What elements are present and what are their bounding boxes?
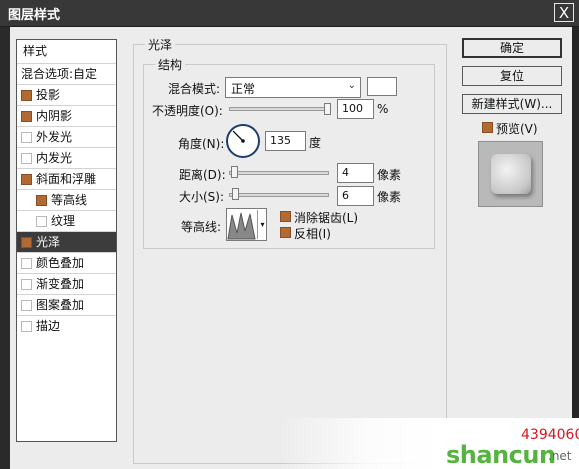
- sidebar-item-label: 纹理: [51, 214, 76, 228]
- distance-unit: 像素: [377, 168, 402, 182]
- structure-group-title: 结构: [155, 56, 186, 73]
- window-title: 图层样式: [8, 8, 61, 23]
- sidebar-item-label: 图案叠加: [36, 298, 85, 312]
- contour-preview-icon: [227, 212, 256, 240]
- chevron-down-icon: ⌄: [347, 80, 356, 91]
- sidebar-item-label: 混合选项:自定: [21, 67, 98, 81]
- contour-label: 等高线:: [181, 220, 222, 234]
- ok-button[interactable]: 确定: [462, 38, 562, 58]
- blend-mode-select[interactable]: 正常 ⌄: [225, 77, 361, 98]
- watermark-brand: shancun: [446, 441, 556, 469]
- size-input[interactable]: 6: [337, 186, 374, 206]
- angle-input[interactable]: 135: [265, 131, 306, 151]
- sidebar-item-label: 颜色叠加: [36, 256, 85, 270]
- checkbox-stroke[interactable]: [21, 321, 32, 332]
- checkbox-outer-glow[interactable]: [21, 132, 32, 143]
- sidebar-item-label: 投影: [36, 88, 61, 102]
- sidebar-item-inner-shadow[interactable]: 内阴影: [17, 106, 116, 127]
- sidebar-item-label: 内阴影: [36, 109, 73, 123]
- checkbox-inner-shadow[interactable]: [21, 111, 32, 122]
- sidebar-item-contour[interactable]: 等高线: [17, 190, 116, 211]
- opacity-label: 不透明度(O):: [152, 104, 223, 118]
- distance-label: 距离(D):: [179, 168, 226, 182]
- checkbox-contour[interactable]: [36, 195, 47, 206]
- style-list: 样式 混合选项:自定 投影 内阴影 外发光 内发光 斜面和浮雕 等高线 纹理 光…: [16, 39, 117, 442]
- blend-mode-value: 正常: [231, 82, 256, 96]
- invert-checkbox[interactable]: [280, 227, 291, 238]
- sidebar-item-gradient-overlay[interactable]: 渐变叠加: [17, 274, 116, 295]
- sidebar-item-label: 斜面和浮雕: [36, 172, 97, 186]
- satin-color-swatch[interactable]: [367, 77, 397, 96]
- antialias-checkbox[interactable]: [280, 211, 291, 222]
- reset-button[interactable]: 复位: [462, 66, 562, 86]
- angle-label: 角度(N):: [178, 137, 225, 151]
- angle-unit: 度: [309, 136, 322, 150]
- distance-slider-track[interactable]: [229, 171, 329, 175]
- checkbox-drop-shadow[interactable]: [21, 90, 32, 101]
- contour-picker[interactable]: ▾: [226, 208, 267, 241]
- size-unit: 像素: [377, 190, 402, 204]
- opacity-slider-track[interactable]: [229, 107, 331, 111]
- satin-group-title: 光泽: [145, 36, 176, 53]
- invert-label: 反相(I): [294, 227, 331, 241]
- antialias-label: 消除锯齿(L): [294, 211, 359, 225]
- opacity-unit: %: [377, 102, 389, 116]
- right-frame: [572, 27, 579, 469]
- watermark-suffix: .net: [548, 449, 572, 463]
- sidebar-item-stroke[interactable]: 描边: [17, 316, 116, 337]
- sidebar-item-satin[interactable]: 光泽: [17, 232, 116, 253]
- close-button[interactable]: X: [554, 3, 574, 22]
- checkbox-bevel-emboss[interactable]: [21, 174, 32, 185]
- size-label: 大小(S):: [179, 190, 225, 204]
- sidebar-item-pattern-overlay[interactable]: 图案叠加: [17, 295, 116, 316]
- sidebar-item-label: 光泽: [36, 235, 61, 249]
- size-slider-thumb[interactable]: [232, 188, 239, 200]
- sidebar-item-blending-options[interactable]: 混合选项:自定: [17, 64, 116, 85]
- sidebar-item-outer-glow[interactable]: 外发光: [17, 127, 116, 148]
- checkbox-color-overlay[interactable]: [21, 258, 32, 269]
- distance-slider-thumb[interactable]: [231, 166, 238, 178]
- left-frame: [0, 27, 10, 469]
- opacity-slider-thumb[interactable]: [324, 103, 331, 115]
- sidebar-item-label: 内发光: [36, 151, 73, 165]
- contour-dropdown-icon[interactable]: ▾: [257, 210, 267, 239]
- preview-swatch: [491, 154, 531, 194]
- size-slider-track[interactable]: [229, 193, 329, 197]
- sidebar-item-color-overlay[interactable]: 颜色叠加: [17, 253, 116, 274]
- checkbox-pattern-overlay[interactable]: [21, 300, 32, 311]
- preview-box: [478, 141, 543, 207]
- preview-label: 预览(V): [496, 122, 538, 136]
- sidebar-item-label: 渐变叠加: [36, 277, 85, 291]
- checkbox-satin[interactable]: [21, 237, 32, 248]
- distance-input[interactable]: 4: [337, 163, 374, 183]
- sidebar-item-texture[interactable]: 纹理: [17, 211, 116, 232]
- preview-checkbox[interactable]: [482, 122, 493, 133]
- sidebar-item-label: 外发光: [36, 130, 73, 144]
- blend-mode-label: 混合模式:: [168, 82, 221, 96]
- checkbox-inner-glow[interactable]: [21, 153, 32, 164]
- sidebar-item-label: 描边: [36, 319, 61, 333]
- angle-dial[interactable]: [225, 123, 261, 159]
- opacity-input[interactable]: 100: [337, 99, 374, 119]
- sidebar-item-bevel-emboss[interactable]: 斜面和浮雕: [17, 169, 116, 190]
- new-style-button[interactable]: 新建样式(W)...: [462, 94, 562, 114]
- sidebar-item-inner-glow[interactable]: 内发光: [17, 148, 116, 169]
- checkbox-gradient-overlay[interactable]: [21, 279, 32, 290]
- sidebar-item-label: 等高线: [51, 193, 88, 207]
- title-bar: [0, 0, 579, 27]
- checkbox-texture[interactable]: [36, 216, 47, 227]
- style-list-header[interactable]: 样式: [17, 40, 116, 64]
- style-list-header-label: 样式: [23, 44, 48, 58]
- sidebar-item-drop-shadow[interactable]: 投影: [17, 85, 116, 106]
